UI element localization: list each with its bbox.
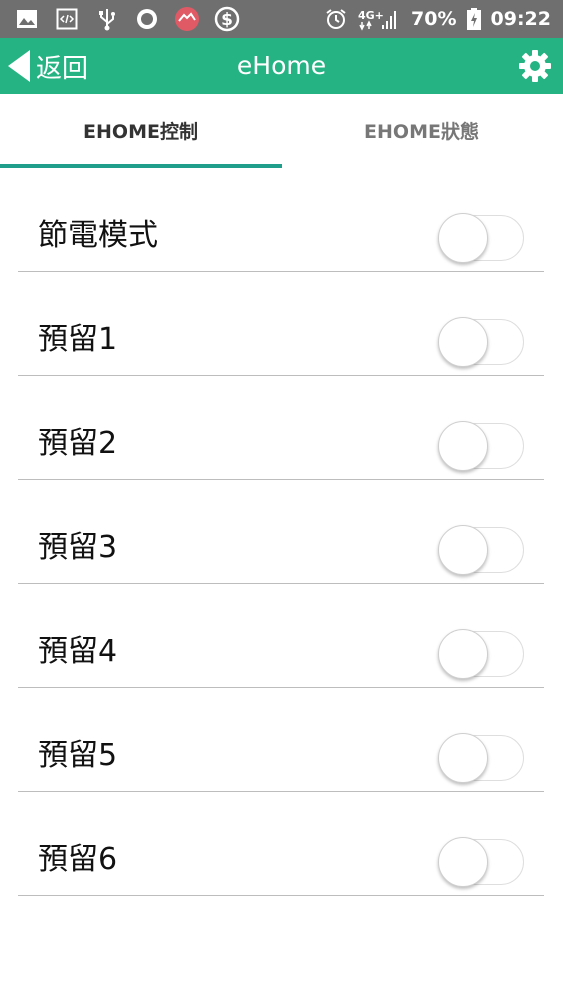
- back-button[interactable]: 返回: [8, 38, 88, 94]
- toggle-switch[interactable]: [438, 629, 524, 680]
- list-item: 預留5: [18, 688, 544, 792]
- switch-thumb: [438, 525, 488, 575]
- settings-gear-icon[interactable]: [517, 48, 553, 84]
- switch-thumb: [438, 629, 488, 679]
- list-item: 預留2: [18, 376, 544, 480]
- status-bar: $ 4G+ 70% 09:22: [0, 0, 563, 38]
- tab-bar: EHOME控制 EHOME狀態: [0, 94, 563, 170]
- row-label: 預留4: [38, 634, 118, 669]
- toggle-switch[interactable]: [438, 317, 524, 368]
- row-label: 預留2: [38, 426, 118, 461]
- battery-percent: 70%: [411, 8, 457, 30]
- switch-list: 節電模式 預留1 預留2 預留3 預留4 預留5 預留6: [18, 168, 544, 896]
- svg-text:4G+: 4G+: [358, 9, 384, 22]
- row-label: 預留3: [38, 530, 118, 565]
- switch-thumb: [438, 733, 488, 783]
- tab-ehome-control[interactable]: EHOME控制: [0, 94, 281, 170]
- back-arrow-icon: [8, 50, 30, 82]
- battery-icon: [465, 6, 483, 32]
- row-label: 節電模式: [38, 218, 158, 253]
- svg-text:$: $: [221, 10, 233, 30]
- list-item: 節電模式: [18, 168, 544, 272]
- list-item: 預留4: [18, 584, 544, 688]
- back-label: 返回: [36, 53, 89, 84]
- code-icon: [54, 6, 80, 32]
- image-icon: [14, 6, 40, 32]
- usb-icon: [94, 6, 120, 32]
- toggle-switch[interactable]: [438, 213, 524, 264]
- switch-thumb: [438, 317, 488, 367]
- row-label: 預留6: [38, 842, 118, 877]
- record-icon: [134, 6, 160, 32]
- toggle-switch[interactable]: [438, 733, 524, 784]
- row-label: 預留1: [38, 322, 118, 357]
- notification-icons: $: [0, 6, 240, 32]
- switch-thumb: [438, 421, 488, 471]
- tab-ehome-status[interactable]: EHOME狀態: [281, 94, 562, 170]
- cloud-app-icon: [174, 6, 200, 32]
- list-item: 預留3: [18, 480, 544, 584]
- app-bar: 返回 eHome: [0, 38, 563, 94]
- alarm-icon: [323, 6, 349, 32]
- clock: 09:22: [490, 8, 551, 30]
- toggle-switch[interactable]: [438, 525, 524, 576]
- dollar-icon: $: [214, 6, 240, 32]
- toggle-switch[interactable]: [438, 837, 524, 888]
- toggle-switch[interactable]: [438, 421, 524, 472]
- switch-thumb: [438, 213, 488, 263]
- system-tray: 4G+ 70% 09:22: [323, 6, 563, 32]
- list-item: 預留1: [18, 272, 544, 376]
- row-label: 預留5: [38, 738, 118, 773]
- list-item: 預留6: [18, 792, 544, 896]
- 4g-signal-icon: 4G+: [357, 6, 403, 32]
- switch-thumb: [438, 837, 488, 887]
